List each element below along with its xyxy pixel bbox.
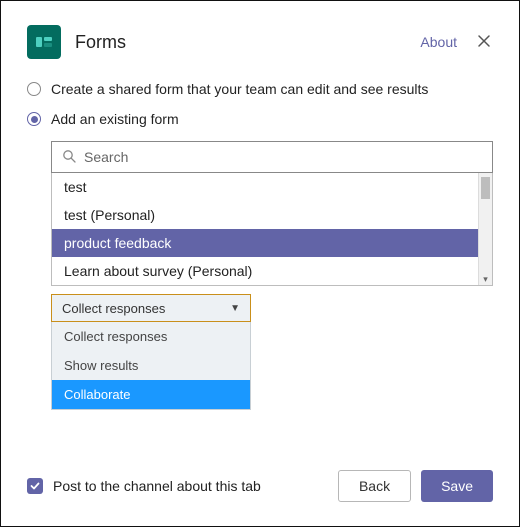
scrollbar[interactable]: ▾ — [478, 173, 492, 285]
chevron-down-icon: ▼ — [230, 303, 240, 314]
list-item[interactable]: Learn about survey (Personal) — [52, 257, 478, 285]
app-title: Forms — [75, 32, 126, 53]
about-link[interactable]: About — [420, 34, 457, 50]
back-button[interactable]: Back — [338, 470, 411, 502]
close-icon[interactable] — [475, 31, 493, 53]
post-to-channel-checkbox[interactable] — [27, 478, 43, 494]
option-add-existing-form[interactable]: Add an existing form — [27, 111, 493, 127]
action-select-options: Collect responsesShow resultsCollaborate — [51, 322, 251, 410]
search-input[interactable]: Search — [51, 141, 493, 173]
radio-icon — [27, 112, 41, 126]
search-placeholder: Search — [84, 149, 128, 165]
forms-app-icon — [27, 25, 61, 59]
chevron-down-icon[interactable]: ▾ — [479, 273, 492, 285]
option-label: Add an existing form — [51, 111, 179, 127]
post-to-channel-label: Post to the channel about this tab — [53, 478, 261, 494]
option-label: Create a shared form that your team can … — [51, 81, 428, 97]
scrollbar-thumb[interactable] — [481, 177, 490, 199]
option-create-shared-form[interactable]: Create a shared form that your team can … — [27, 81, 493, 97]
select-value: Collect responses — [62, 301, 165, 316]
save-button[interactable]: Save — [421, 470, 493, 502]
list-item[interactable]: test (Personal) — [52, 201, 478, 229]
radio-icon — [27, 82, 41, 96]
form-list: testtest (Personal)product feedbackLearn… — [51, 173, 493, 286]
select-option[interactable]: Collect responses — [52, 322, 250, 351]
action-select[interactable]: Collect responses ▼ — [51, 294, 251, 322]
list-item[interactable]: product feedback — [52, 229, 478, 257]
search-icon — [62, 149, 76, 166]
list-item[interactable]: test — [52, 173, 478, 201]
select-option[interactable]: Collaborate — [52, 380, 250, 409]
select-option[interactable]: Show results — [52, 351, 250, 380]
